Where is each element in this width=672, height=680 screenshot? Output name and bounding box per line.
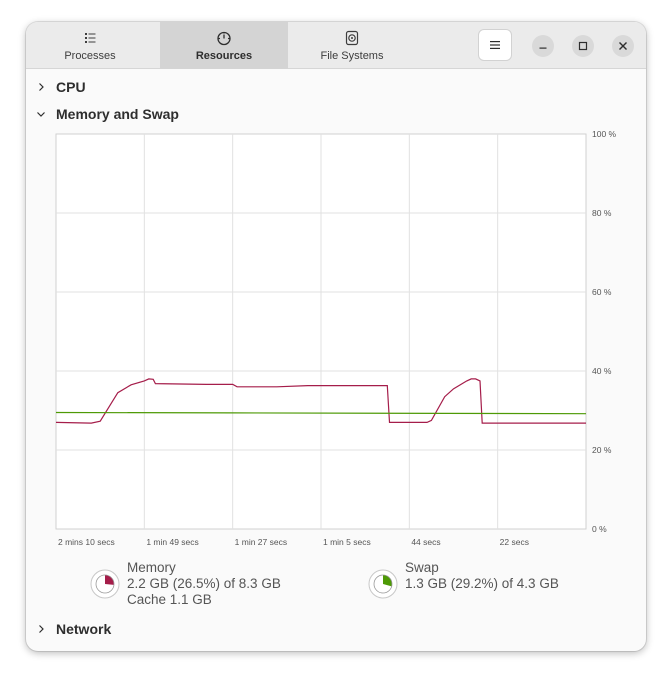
hamburger-icon xyxy=(490,41,500,49)
y-tick-label: 80 % xyxy=(592,208,612,218)
tab-processes[interactable]: Processes xyxy=(26,22,154,69)
memory-title: Memory xyxy=(127,560,176,575)
system-monitor-window: Processes Resources File Systems CPU Mem… xyxy=(26,22,646,651)
minimize-button[interactable] xyxy=(532,35,554,57)
swap-title: Swap xyxy=(405,560,439,575)
x-tick-label: 22 secs xyxy=(500,537,529,547)
memory-usage: 2.2 GB (26.5%) of 8.3 GB xyxy=(127,576,281,591)
section-cpu[interactable]: CPU xyxy=(26,76,86,98)
x-tick-label: 44 secs xyxy=(411,537,440,547)
x-tick-label: 1 min 49 secs xyxy=(146,537,198,547)
x-tick-label: 1 min 5 secs xyxy=(323,537,371,547)
y-tick-label: 0 % xyxy=(592,524,607,534)
tab-resources-label: Resources xyxy=(195,49,253,62)
tab-file-systems[interactable]: File Systems xyxy=(288,22,416,69)
section-memory-swap-label: Memory and Swap xyxy=(56,106,179,122)
y-tick-label: 60 % xyxy=(592,287,612,297)
x-tick-label: 1 min 27 secs xyxy=(235,537,287,547)
section-cpu-label: CPU xyxy=(56,79,86,95)
list-icon xyxy=(85,32,96,43)
swap-legend: Swap 1.3 GB (29.2%) of 4.3 GB xyxy=(367,560,559,600)
header-bar: Processes Resources File Systems xyxy=(26,22,646,69)
section-network[interactable]: Network xyxy=(26,618,111,640)
memory-cache: Cache 1.1 GB xyxy=(127,592,212,607)
swap-usage-pie xyxy=(368,569,398,599)
y-tick-label: 100 % xyxy=(592,130,617,139)
section-network-label: Network xyxy=(56,621,112,637)
chevron-right-icon xyxy=(39,83,44,91)
close-icon xyxy=(619,42,627,50)
tab-processes-label: Processes xyxy=(64,49,116,62)
tab-file-systems-label: File Systems xyxy=(320,49,384,62)
memory-legend: Memory 2.2 GB (26.5%) of 8.3 GB Cache 1.… xyxy=(89,560,281,608)
memory-swap-chart: 100 % 80 % 60 % 40 % 20 % 0 % 2 mins 10 secs 1 … xyxy=(55,130,617,547)
memory-usage-pie xyxy=(90,569,120,599)
disk-icon xyxy=(345,30,359,45)
y-tick-label: 40 % xyxy=(592,366,612,376)
gauge-icon xyxy=(217,31,231,45)
tab-resources[interactable]: Resources xyxy=(160,22,288,69)
minimize-icon xyxy=(539,47,547,49)
maximize-button[interactable] xyxy=(572,35,594,57)
section-memory-swap[interactable]: Memory and Swap xyxy=(26,103,179,125)
chevron-down-icon xyxy=(37,112,45,117)
maximize-icon xyxy=(578,41,588,51)
close-button[interactable] xyxy=(612,35,634,57)
chevron-right-icon xyxy=(39,625,44,633)
main-menu-button[interactable] xyxy=(478,29,512,61)
y-tick-label: 20 % xyxy=(592,445,612,455)
x-tick-label: 2 mins 10 secs xyxy=(58,537,115,547)
swap-usage: 1.3 GB (29.2%) of 4.3 GB xyxy=(405,576,559,591)
